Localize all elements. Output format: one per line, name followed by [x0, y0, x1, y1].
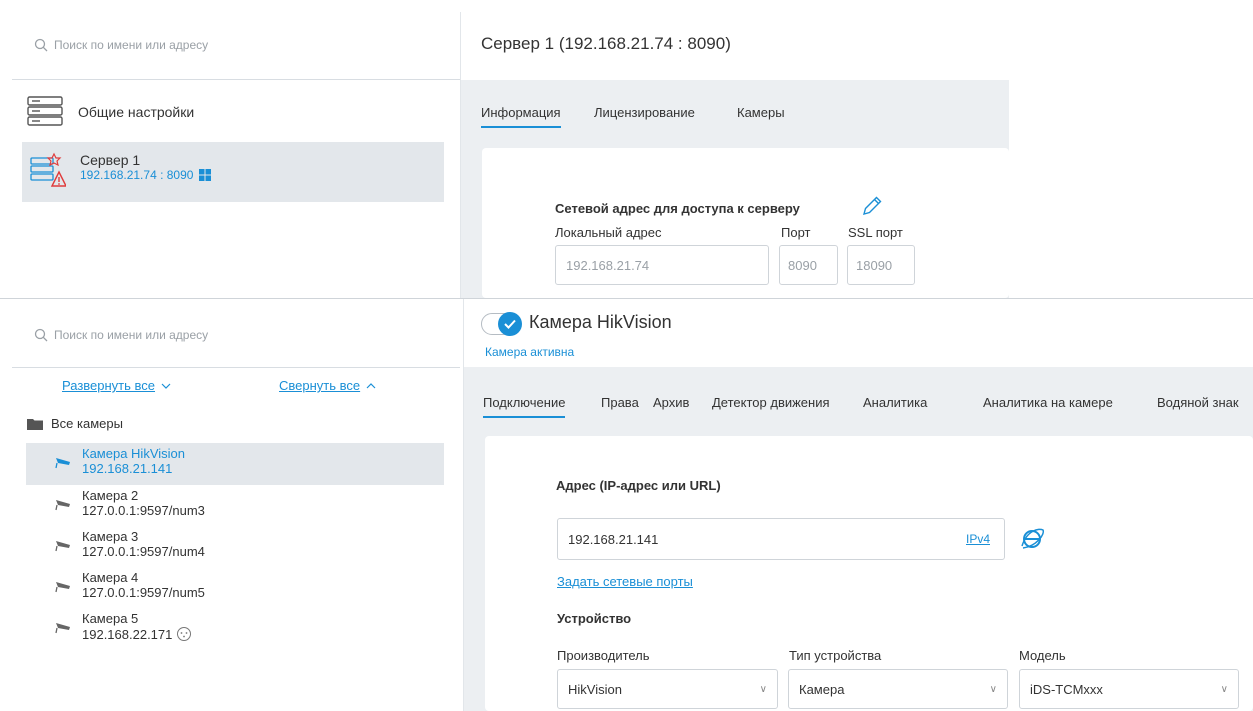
tab-cameras[interactable]: Камеры [737, 105, 785, 120]
camera-active-toggle[interactable] [481, 312, 522, 336]
server-search-input[interactable]: Поиск по имени или адресу [34, 38, 208, 52]
camera-name: Камера 4 [82, 570, 139, 585]
camera-status: Камера активна [485, 345, 575, 359]
tab-information[interactable]: Информация [481, 105, 561, 128]
camera-title: Камера HikVision [529, 312, 672, 332]
tab-analytics[interactable]: Аналитика [863, 395, 927, 410]
camera-icon [55, 500, 70, 511]
camera-sidebar-divider [12, 367, 460, 368]
folder-label: Все камеры [51, 416, 123, 431]
server-name: Сервер 1 [80, 152, 141, 168]
expand-all-link[interactable]: Развернуть все [62, 378, 171, 393]
browser-icon[interactable] [1019, 526, 1045, 552]
set-ports-link[interactable]: Задать сетевые порты [557, 574, 693, 589]
folder-icon [27, 418, 43, 430]
camera-item-3[interactable]: Камера 3 127.0.0.1:9597/num4 [26, 526, 444, 568]
server-address-row: 192.168.21.74 : 8090 [80, 168, 212, 182]
camera-icon [55, 582, 70, 593]
ssl-port-label: SSL порт [848, 225, 903, 240]
chevron-down-icon: ∨ [989, 683, 997, 695]
tab-motion-detector[interactable]: Детектор движения [712, 395, 830, 410]
camera-item-2[interactable]: Камера 2 127.0.0.1:9597/num3 [26, 485, 444, 527]
camera-name: Камера HikVision [82, 446, 185, 461]
port-label: Порт [781, 225, 811, 240]
port-field[interactable]: 8090 [779, 245, 838, 285]
manufacturer-label: Производитель [557, 648, 650, 663]
sidebar-divider [12, 79, 460, 80]
camera-icon [55, 541, 70, 552]
tab-archive[interactable]: Архив [653, 395, 689, 410]
model-select[interactable]: iDS-TCMxxx ∨ [1019, 669, 1239, 709]
search-icon [34, 38, 48, 52]
device-type-select[interactable]: Камера ∨ [788, 669, 1008, 709]
pencil-icon[interactable] [860, 194, 884, 218]
screen-separator [0, 298, 1253, 299]
camera-icon [55, 458, 70, 469]
camera-item-4[interactable]: Камера 4 127.0.0.1:9597/num5 [26, 567, 444, 609]
manufacturer-value: HikVision [568, 681, 622, 697]
camera-name: Камера 3 [82, 529, 139, 544]
server-rack-icon [27, 96, 63, 126]
device-type-value: Камера [799, 681, 845, 697]
sidebar-item-server-1[interactable]: Сервер 1 192.168.21.74 : 8090 [22, 142, 444, 202]
model-value: iDS-TCMxxx [1030, 681, 1103, 697]
tab-rights[interactable]: Права [601, 395, 639, 410]
camera-address: 127.0.0.1:9597/num3 [82, 503, 205, 518]
manufacturer-select[interactable]: HikVision ∨ [557, 669, 778, 709]
check-icon [504, 319, 516, 329]
chevron-down-icon: ∨ [1220, 683, 1228, 695]
toggle-knob [498, 312, 522, 336]
tab-connection[interactable]: Подключение [483, 395, 566, 418]
device-type-label: Тип устройства [789, 648, 882, 663]
camera-address-input[interactable]: 192.168.21.141 IPv4 [557, 518, 1005, 560]
collapse-all-link[interactable]: Свернуть все [279, 378, 376, 393]
camera-address-row: 192.168.22.171 [82, 626, 192, 642]
expand-all-label: Развернуть все [62, 378, 156, 393]
tree-folder-all-cameras[interactable]: Все камеры [27, 416, 123, 431]
camera-name: Камера 2 [82, 488, 139, 503]
camera-icon [55, 623, 70, 634]
collapse-all-label: Свернуть все [279, 378, 361, 393]
server-warning-icon [30, 152, 66, 187]
server-address: 192.168.21.74 : 8090 [80, 168, 194, 182]
tab-licensing[interactable]: Лицензирование [594, 105, 695, 120]
address-value: 192.168.21.141 [568, 531, 659, 547]
camera-address: 127.0.0.1:9597/num4 [82, 544, 205, 559]
local-address-field[interactable]: 192.168.21.74 [555, 245, 769, 285]
camera-address: 192.168.21.141 [82, 461, 173, 476]
network-heading: Сетевой адрес для доступа к серверу [555, 201, 800, 216]
search-icon [34, 328, 48, 342]
onvif-icon [177, 627, 192, 641]
camera-item-5[interactable]: Камера 5 192.168.22.171 [26, 608, 444, 650]
ipv4-link[interactable]: IPv4 [966, 532, 990, 546]
camera-item-hikvision[interactable]: Камера HikVision 192.168.21.141 [26, 443, 444, 485]
chevron-up-icon [366, 382, 376, 388]
camera-name: Камера 5 [82, 611, 139, 626]
windows-icon [199, 169, 212, 181]
local-address-label: Локальный адрес [555, 225, 662, 240]
tab-watermark[interactable]: Водяной знак [1157, 395, 1253, 410]
ssl-port-field[interactable]: 18090 [847, 245, 915, 285]
address-heading: Адрес (IP-адрес или URL) [556, 478, 721, 493]
camera-address: 127.0.0.1:9597/num5 [82, 585, 205, 600]
search-placeholder: Поиск по имени или адресу [54, 328, 209, 342]
sidebar-item-label: Общие настройки [78, 104, 195, 120]
page-title: Сервер 1 (192.168.21.74 : 8090) [481, 34, 731, 53]
camera-address: 192.168.22.171 [82, 626, 173, 642]
model-label: Модель [1019, 648, 1066, 663]
camera-search-input[interactable]: Поиск по имени или адресу [34, 328, 208, 342]
search-placeholder: Поиск по имени или адресу [54, 38, 209, 52]
device-heading: Устройство [557, 611, 632, 626]
chevron-down-icon [161, 383, 171, 389]
tab-camera-analytics[interactable]: Аналитика на камере [983, 395, 1113, 410]
chevron-down-icon: ∨ [759, 683, 767, 695]
sidebar-item-general-settings[interactable]: Общие настройки [26, 96, 194, 128]
